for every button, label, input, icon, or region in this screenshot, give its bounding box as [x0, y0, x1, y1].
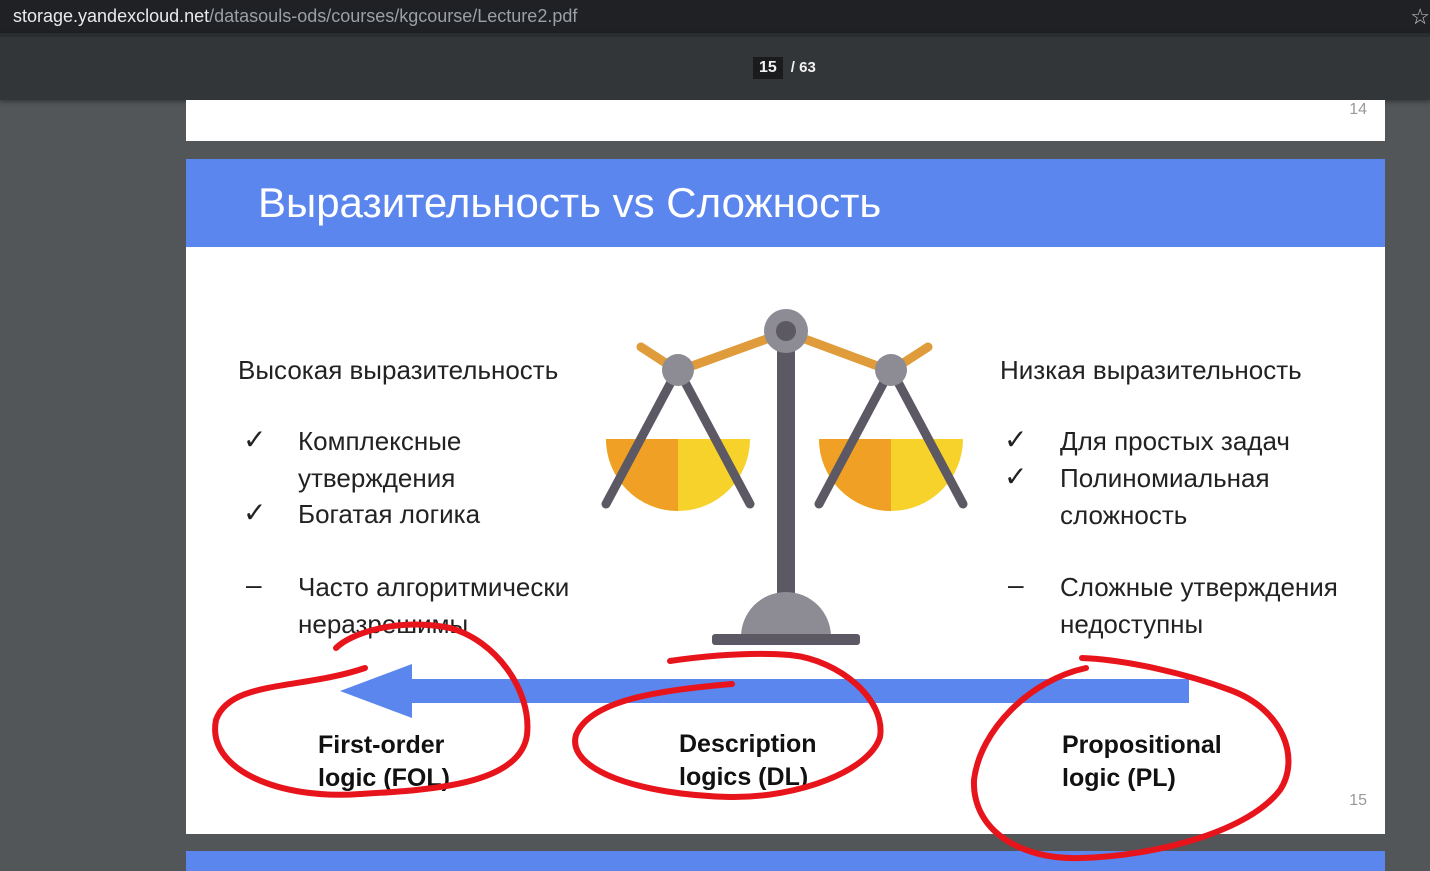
red-annotation-layer — [212, 621, 1292, 862]
annotation-circle-fol — [212, 621, 531, 798]
annotation-circle-pl — [970, 655, 1292, 862]
annotation-circle-dl — [572, 650, 884, 801]
